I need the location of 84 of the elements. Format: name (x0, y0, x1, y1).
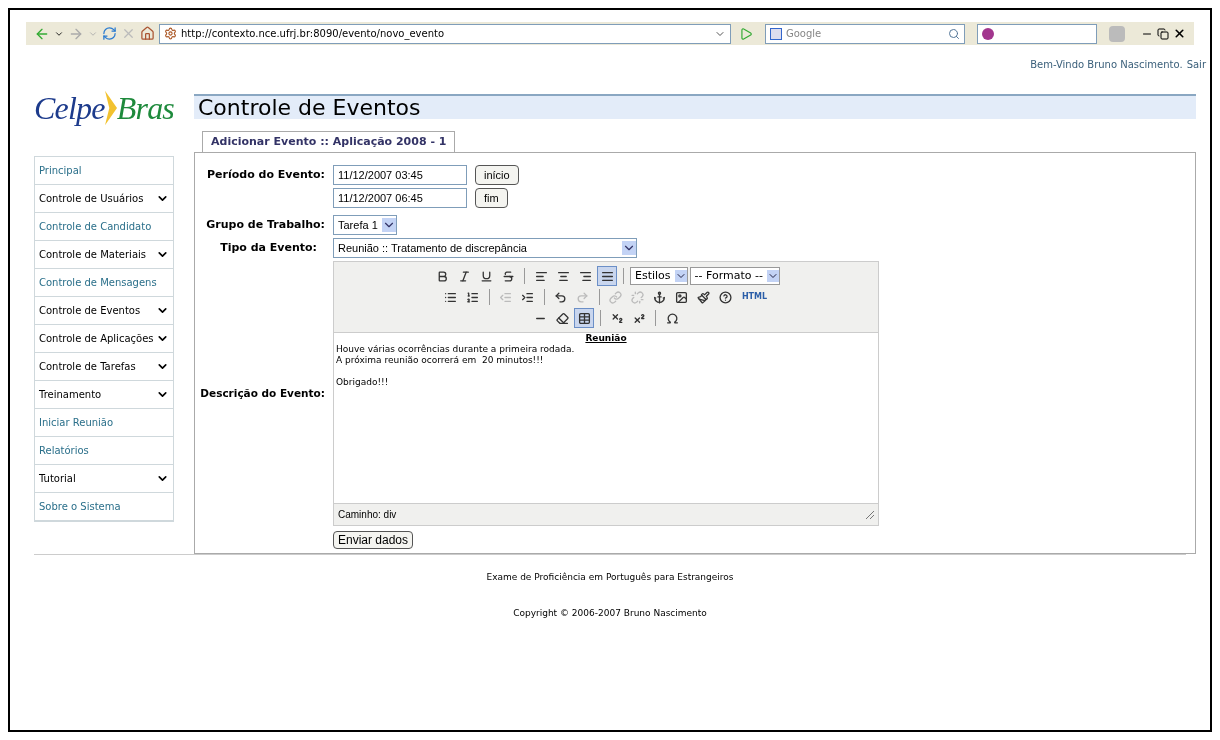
sidebar-item[interactable]: Controle de Candidato (35, 213, 173, 241)
brush-icon (697, 290, 711, 304)
numbered-list-icon (466, 290, 480, 304)
italic-icon (457, 269, 471, 283)
home-icon[interactable] (140, 26, 155, 41)
align-center-icon (556, 269, 570, 283)
resize-handle-icon[interactable] (866, 510, 874, 519)
sidebar-item[interactable]: Treinamento (35, 381, 173, 409)
bullet-list-icon (444, 290, 458, 304)
redo-icon (576, 290, 590, 304)
field-label: Descrição do Evento: (200, 385, 325, 401)
eraser-icon (555, 311, 569, 325)
end-button[interactable]: fim (475, 188, 508, 208)
help-icon (719, 290, 733, 304)
link-icon (609, 290, 623, 304)
anchor-icon (653, 290, 667, 304)
unlink-icon (631, 290, 645, 304)
logo: Celpe Bras (34, 87, 174, 130)
sidebar-item[interactable]: Iniciar Reunião (35, 409, 173, 437)
footer-text: Exame de Proficiência em Português para Estrangeiros (486, 571, 734, 584)
align-justify-icon (600, 269, 614, 283)
sidebar-item[interactable]: Tutorial (35, 465, 173, 493)
close-icon[interactable] (1173, 27, 1186, 40)
submit-button[interactable]: Enviar dados (333, 531, 414, 549)
undo-icon (554, 290, 568, 304)
sidebar-item[interactable]: Principal (35, 157, 173, 185)
search-input[interactable]: Google (786, 26, 944, 41)
omega-icon (665, 311, 679, 325)
align-left-icon (534, 269, 548, 283)
start-date-field[interactable]: 11/12/2007 03:45 (333, 165, 467, 185)
html-button[interactable]: HTML (737, 287, 772, 307)
sidebar-item[interactable]: Controle de Aplicações (35, 325, 173, 353)
search-icon[interactable] (948, 27, 960, 40)
table-button[interactable] (574, 308, 594, 328)
end-date-field[interactable]: 11/12/2007 06:45 (333, 188, 467, 208)
align-right-icon (578, 269, 592, 283)
subscript-icon (610, 311, 624, 325)
underline-icon (479, 269, 493, 283)
editor-heading: Reunião (584, 333, 628, 344)
editor-text: Houve várias ocorrências durante a primeira rodada. (336, 344, 576, 355)
style-select[interactable]: -- Formato -- (689, 267, 780, 285)
sidebar-item[interactable]: Controle de Mensagens (35, 269, 173, 297)
start-button[interactable]: início (475, 165, 519, 185)
restore-icon[interactable] (1157, 27, 1169, 40)
outdent-icon (499, 290, 513, 304)
welcome-text: Bem-Vindo Bruno Nascimento. (1030, 58, 1183, 72)
dropdown-icon (381, 218, 396, 232)
sidebar-item[interactable]: Controle de Usuários (35, 185, 173, 213)
address-field[interactable]: http://contexto.nce.ufrj.br:8090/evento/novo_evento (159, 23, 731, 44)
gear-icon (164, 27, 177, 40)
sidebar-item[interactable]: Sobre o Sistema (35, 493, 173, 521)
style-select[interactable]: Estilos (630, 267, 688, 285)
align-justify-button[interactable] (597, 266, 617, 286)
tab[interactable]: Adicionar Evento :: Aplicação 2008 - 1 (202, 131, 456, 153)
type-select[interactable]: Reunião :: Tratamento de discrepância (333, 238, 637, 258)
strikethrough-icon (501, 269, 515, 283)
indent-icon (521, 290, 535, 304)
search-field[interactable]: Google (765, 23, 965, 44)
url-text: http://contexto.nce.ufrj.br:8090/evento/novo_evento (181, 27, 446, 41)
sidebar-item[interactable]: Controle de Materiais (35, 241, 173, 269)
group-select[interactable]: Tarefa 1 (333, 215, 397, 235)
field-label: Grupo de Trabalho: (205, 216, 325, 233)
dropdown-icon (674, 270, 687, 282)
page-title: Controle de Eventos (194, 94, 1196, 119)
chevron-icon (104, 88, 117, 128)
dropdown-icon (622, 241, 636, 255)
toolbar-field[interactable] (977, 23, 1097, 44)
sidebar-item[interactable]: Controle de Tarefas (35, 353, 173, 381)
app-icon (982, 27, 994, 40)
search-engine-icon[interactable] (770, 27, 782, 40)
sidebar-item[interactable]: Relatórios (35, 437, 173, 465)
logout-link[interactable]: Sair (1186, 57, 1206, 72)
editor-text: Obrigado!!! (336, 377, 390, 388)
sidebar-item[interactable]: Controle de Eventos (35, 297, 173, 325)
copyright-text: Copyright © 2006-2007 Bruno Nascimento (513, 606, 707, 620)
field-label: Período do Evento: (206, 166, 325, 183)
editor-text: A próxima reunião ocorrerá em 20 minutos!!! (336, 355, 545, 366)
field-label: Tipo da Evento: (219, 239, 318, 256)
table-icon (577, 311, 591, 325)
editor-path: Caminho: div (338, 508, 397, 522)
image-icon (675, 290, 689, 304)
superscript-icon (632, 311, 646, 325)
dropdown-icon (766, 270, 779, 282)
reload-icon[interactable] (102, 26, 117, 41)
